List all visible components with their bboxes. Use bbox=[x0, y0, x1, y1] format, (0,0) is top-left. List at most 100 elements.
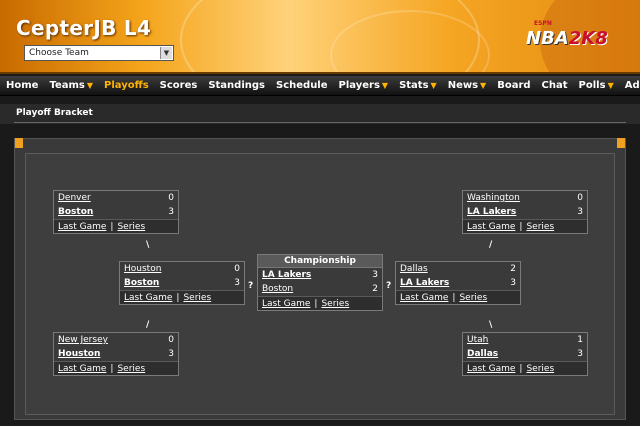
nav-standings[interactable]: Standings bbox=[208, 80, 265, 91]
team-link[interactable]: Boston bbox=[262, 284, 293, 294]
link-separator: | bbox=[519, 363, 523, 374]
last-game-link[interactable]: Last Game bbox=[467, 222, 515, 232]
team-link[interactable]: LA Lakers bbox=[400, 278, 449, 288]
nav-players[interactable]: Players ▼ bbox=[339, 80, 389, 91]
matchup-west-final: Houston 0 Boston 3 Last Game | Series bbox=[119, 261, 245, 305]
team-link[interactable]: LA Lakers bbox=[262, 270, 311, 280]
team-link[interactable]: Washington bbox=[467, 193, 520, 203]
series-link[interactable]: Series bbox=[117, 364, 145, 374]
caret-down-icon: ▼ bbox=[607, 81, 614, 90]
last-game-link[interactable]: Last Game bbox=[58, 222, 106, 232]
series-link[interactable]: Series bbox=[526, 364, 554, 374]
team-row: Denver 0 bbox=[54, 191, 178, 205]
nav-chat[interactable]: Chat bbox=[542, 80, 568, 91]
nav-stats[interactable]: Stats ▼ bbox=[399, 80, 437, 91]
series-wins: 0 bbox=[168, 335, 174, 345]
team-link[interactable]: Dallas bbox=[467, 349, 498, 359]
team-row: Washington 0 bbox=[463, 191, 587, 205]
nav-teams[interactable]: Teams ▼ bbox=[49, 80, 93, 91]
panel-corner-left bbox=[15, 138, 23, 148]
last-game-link[interactable]: Last Game bbox=[467, 364, 515, 374]
bracket-connector: \ bbox=[146, 240, 150, 250]
series-wins: 3 bbox=[234, 278, 240, 288]
team-link[interactable]: New Jersey bbox=[58, 335, 108, 345]
last-game-link[interactable]: Last Game bbox=[124, 293, 172, 303]
matchup-links: Last Game | Series bbox=[120, 290, 244, 304]
nav-label: Teams bbox=[49, 80, 85, 91]
nav-news[interactable]: News ▼ bbox=[448, 80, 487, 91]
series-link[interactable]: Series bbox=[321, 299, 349, 309]
team-row: Utah 1 bbox=[463, 333, 587, 347]
nav-label: Scores bbox=[159, 80, 198, 91]
series-link[interactable]: Series bbox=[459, 293, 487, 303]
caret-down-icon: ▼ bbox=[430, 81, 437, 90]
team-link[interactable]: Utah bbox=[467, 335, 488, 345]
team-link[interactable]: Houston bbox=[58, 349, 100, 359]
series-wins: 0 bbox=[577, 193, 583, 203]
team-row: New Jersey 0 bbox=[54, 333, 178, 347]
series-wins: 3 bbox=[168, 207, 174, 217]
nav-playoffs[interactable]: Playoffs bbox=[104, 80, 149, 91]
bracket-connector: / bbox=[489, 240, 493, 250]
matchup-links: Last Game | Series bbox=[463, 361, 587, 375]
team-row: Dallas 3 bbox=[463, 347, 587, 361]
matchup-links: Last Game | Series bbox=[54, 361, 178, 375]
nba2k8-logo: ESPN NBA2K8 bbox=[526, 20, 608, 49]
championship-header: Championship bbox=[258, 255, 382, 268]
last-game-link[interactable]: Last Game bbox=[58, 364, 106, 374]
team-row: LA Lakers 3 bbox=[396, 276, 520, 290]
nav-label: Standings bbox=[208, 80, 265, 91]
advance-unknown-marker: ? bbox=[248, 281, 254, 291]
nav-schedule[interactable]: Schedule bbox=[276, 80, 328, 91]
title-divider bbox=[14, 122, 626, 123]
series-wins: 3 bbox=[372, 270, 378, 280]
nav-label: News bbox=[447, 80, 479, 91]
series-link[interactable]: Series bbox=[117, 222, 145, 232]
series-link[interactable]: Series bbox=[183, 293, 211, 303]
team-link[interactable]: LA Lakers bbox=[467, 207, 516, 217]
team-row: Boston 3 bbox=[54, 205, 178, 219]
matchup-links: Last Game | Series bbox=[463, 219, 587, 233]
team-row: LA Lakers 3 bbox=[258, 268, 382, 282]
nav-board[interactable]: Board bbox=[497, 80, 530, 91]
matchup-west-r1-top: Denver 0 Boston 3 Last Game | Series bbox=[53, 190, 179, 234]
link-separator: | bbox=[110, 221, 114, 232]
matchup-links: Last Game | Series bbox=[396, 290, 520, 304]
matchup-links: Last Game | Series bbox=[54, 219, 178, 233]
chevron-down-icon[interactable]: ▼ bbox=[160, 47, 172, 59]
site-title: CepterJB L4 bbox=[16, 16, 152, 40]
series-wins: 3 bbox=[510, 278, 516, 288]
series-link[interactable]: Series bbox=[526, 222, 554, 232]
team-row: Boston 3 bbox=[120, 276, 244, 290]
team-select-dropdown[interactable]: Choose Team ▼ bbox=[24, 45, 174, 61]
last-game-link[interactable]: Last Game bbox=[262, 299, 310, 309]
site-header: CepterJB L4 Choose Team ▼ ESPN NBA2K8 bbox=[0, 0, 640, 74]
series-wins: 1 bbox=[577, 335, 583, 345]
matchup-west-r1-bottom: New Jersey 0 Houston 3 Last Game | Series bbox=[53, 332, 179, 376]
series-wins: 0 bbox=[168, 193, 174, 203]
nav-admin[interactable]: Admin▼ bbox=[625, 80, 640, 91]
team-row: Dallas 2 bbox=[396, 262, 520, 276]
team-link[interactable]: Boston bbox=[124, 278, 159, 288]
caret-down-icon: ▼ bbox=[381, 81, 389, 90]
2k8-logo-text: 2K8 bbox=[568, 28, 608, 49]
main-navigation: Home Teams ▼ Playoffs Scores Standings Schedul… bbox=[0, 76, 640, 96]
team-link[interactable]: Boston bbox=[58, 207, 93, 217]
last-game-link[interactable]: Last Game bbox=[400, 293, 448, 303]
panel-corner-right bbox=[617, 138, 625, 148]
page-title-strip bbox=[0, 104, 640, 124]
nav-home[interactable]: Home bbox=[6, 80, 38, 91]
team-link[interactable]: Denver bbox=[58, 193, 91, 203]
espn-logo-text: ESPN bbox=[534, 20, 552, 27]
nav-polls[interactable]: Polls ▼ bbox=[579, 80, 614, 91]
team-link[interactable]: Dallas bbox=[400, 264, 428, 274]
advance-unknown-marker: ? bbox=[386, 281, 392, 291]
bracket-connector: \ bbox=[489, 320, 493, 330]
nba-logo-text: NBA bbox=[526, 28, 569, 49]
nav-label: Players bbox=[338, 80, 380, 91]
nav-label: Home bbox=[6, 80, 39, 91]
link-separator: | bbox=[176, 292, 180, 303]
nav-scores[interactable]: Scores bbox=[160, 80, 198, 91]
matchup-east-final: Dallas 2 LA Lakers 3 Last Game | Series bbox=[395, 261, 521, 305]
team-link[interactable]: Houston bbox=[124, 264, 161, 274]
